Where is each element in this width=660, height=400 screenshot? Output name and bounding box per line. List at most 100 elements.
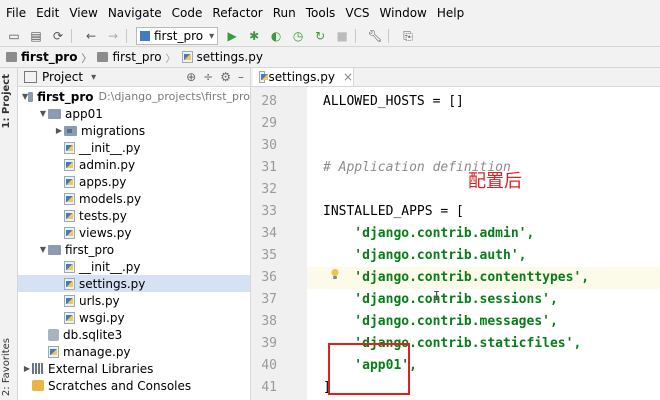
forward-icon[interactable]: → <box>105 28 121 44</box>
chevron-down-icon[interactable]: ▾ <box>91 72 96 83</box>
toolbar-separator <box>355 29 357 43</box>
back-icon[interactable]: ← <box>83 28 99 44</box>
sync-icon[interactable]: ⟳ <box>50 28 66 44</box>
tree-item[interactable]: admin.py <box>18 156 250 173</box>
menu-edit[interactable]: Edit <box>31 0 64 26</box>
vcs-icon[interactable]: ⎘ <box>400 28 416 44</box>
code-line: 'django.contrib.sessions', <box>323 292 558 307</box>
tree-item-label: __init__.py <box>79 259 141 274</box>
tab-settings-py[interactable]: settings.py × <box>253 68 354 86</box>
python-file-icon <box>64 294 75 307</box>
collapse-icon[interactable]: ÷ <box>203 70 213 84</box>
breadcrumb-item-package[interactable]: first_pro 〉 <box>97 50 176 65</box>
tab-project[interactable]: 1: Project <box>1 74 12 129</box>
folder-icon <box>48 108 61 119</box>
line-number: 36 <box>261 270 277 285</box>
chevron-down-icon: ▾ <box>209 30 215 42</box>
collapse-arrow-icon[interactable]: ▶ <box>54 126 64 135</box>
tree-item[interactable]: manage.py <box>18 343 250 360</box>
expand-arrow-icon[interactable]: ▼ <box>38 245 48 254</box>
menu-refactor[interactable]: Refactor <box>207 0 267 26</box>
close-icon[interactable]: × <box>343 70 353 84</box>
locate-icon[interactable]: ⊕ <box>186 70 196 84</box>
tree-item[interactable]: settings.py <box>18 275 250 292</box>
tree-item-label: migrations <box>81 123 146 138</box>
menu-code[interactable]: Code <box>167 0 208 26</box>
expand-arrow-icon[interactable]: ▼ <box>38 109 48 118</box>
tree-item-label: manage.py <box>63 344 131 359</box>
menu-tools[interactable]: Tools <box>301 0 341 26</box>
project-view-label[interactable]: Project <box>42 70 83 84</box>
python-file-icon <box>64 209 75 222</box>
code-line: 'django.contrib.admin', <box>323 226 535 241</box>
collapse-arrow-icon[interactable]: ▶ <box>22 364 32 373</box>
project-panel: Project ▾ ⊕ ÷ ⚙ – ▼ first_pro D:\django_pr… <box>18 68 251 400</box>
editor-tab-bar: settings.py × <box>251 68 660 87</box>
line-number: 29 <box>261 116 277 131</box>
project-panel-header: Project ▾ ⊕ ÷ ⚙ – <box>18 68 250 87</box>
breadcrumb-item-file[interactable]: settings.py <box>181 50 263 64</box>
code-line: INSTALLED_APPS = [ <box>323 204 464 219</box>
rerun-icon[interactable]: ↻ <box>312 28 328 44</box>
menu-run[interactable]: Run <box>268 0 301 26</box>
tree-item-label: wsgi.py <box>79 310 125 325</box>
wrench-icon[interactable]: 🔧︎ <box>367 28 383 44</box>
gear-icon[interactable]: ⚙ <box>220 70 231 84</box>
run-configuration-select[interactable]: first_pro ▾ <box>136 27 219 45</box>
python-file-icon <box>64 311 75 324</box>
breadcrumb-item-project[interactable]: first_pro 〉 <box>6 50 91 65</box>
breadcrumb-label: settings.py <box>196 50 263 64</box>
save-all-icon[interactable]: ▤ <box>28 28 44 44</box>
coverage-icon[interactable]: ◐ <box>268 28 284 44</box>
tree-item[interactable]: ▶ migrations <box>18 122 250 139</box>
breadcrumb-label: first_pro <box>112 50 162 64</box>
tree-item-label: Scratches and Consoles <box>48 378 192 393</box>
folder-icon <box>6 52 17 62</box>
tree-item[interactable]: ▼ first_pro D:\django_projects\first_pro <box>18 88 250 105</box>
python-file-icon <box>64 277 75 290</box>
tree-item[interactable]: __init__.py <box>18 139 250 156</box>
editor-gutter: 28 29 30 31 32 33 34 35 36 37 38 39 40 41 <box>251 87 307 400</box>
python-file-icon <box>48 345 59 358</box>
menu-window[interactable]: Window <box>375 0 432 26</box>
breadcrumb-label: first_pro <box>21 50 78 64</box>
tab-favorites[interactable]: 2: Favorites <box>1 338 12 396</box>
tree-item[interactable]: __init__.py <box>18 258 250 275</box>
python-file-icon <box>64 192 75 205</box>
python-config-icon <box>140 31 150 41</box>
folder-icon <box>97 52 109 62</box>
lightbulb-icon[interactable] <box>330 268 340 280</box>
package-folder-icon <box>64 125 77 136</box>
tree-item-label: views.py <box>79 225 132 240</box>
scratches-icon <box>32 380 44 391</box>
menu-view[interactable]: View <box>64 0 102 26</box>
debug-icon[interactable]: ✱ <box>246 28 262 44</box>
open-folder-icon[interactable]: ▭ <box>6 28 22 44</box>
tree-item[interactable]: views.py <box>18 224 250 241</box>
profile-icon[interactable]: ◷ <box>290 28 306 44</box>
tree-item[interactable]: tests.py <box>18 207 250 224</box>
tree-item[interactable]: ▼ first_pro <box>18 241 250 258</box>
code-line: ALLOWED_HOSTS = [] <box>323 94 464 109</box>
tree-item[interactable]: ▼ app01 <box>18 105 250 122</box>
tree-item[interactable]: urls.py <box>18 292 250 309</box>
menu-vcs[interactable]: VCS <box>340 0 374 26</box>
toolbar-separator <box>71 29 72 43</box>
menu-navigate[interactable]: Navigate <box>103 0 167 26</box>
hide-icon[interactable]: – <box>238 70 244 84</box>
tree-item[interactable]: wsgi.py <box>18 309 250 326</box>
tree-item[interactable]: models.py <box>18 190 250 207</box>
python-file-icon <box>64 141 75 154</box>
project-tree: ▼ first_pro D:\django_projects\first_pro ▼ a… <box>18 87 250 394</box>
tree-item[interactable]: apps.py <box>18 173 250 190</box>
menu-file[interactable]: File <box>0 0 31 26</box>
tree-item-label: first_pro <box>65 242 115 257</box>
line-number: 28 <box>261 94 277 109</box>
menu-help[interactable]: Help <box>432 0 469 26</box>
run-icon[interactable]: ▶ <box>224 28 240 44</box>
tree-item[interactable]: Scratches and Consoles <box>18 377 250 394</box>
stop-icon[interactable]: ■ <box>334 28 350 44</box>
line-number: 41 <box>261 380 277 395</box>
tree-item[interactable]: db.sqlite3 <box>18 326 250 343</box>
tree-item[interactable]: ▶ External Libraries <box>18 360 250 377</box>
